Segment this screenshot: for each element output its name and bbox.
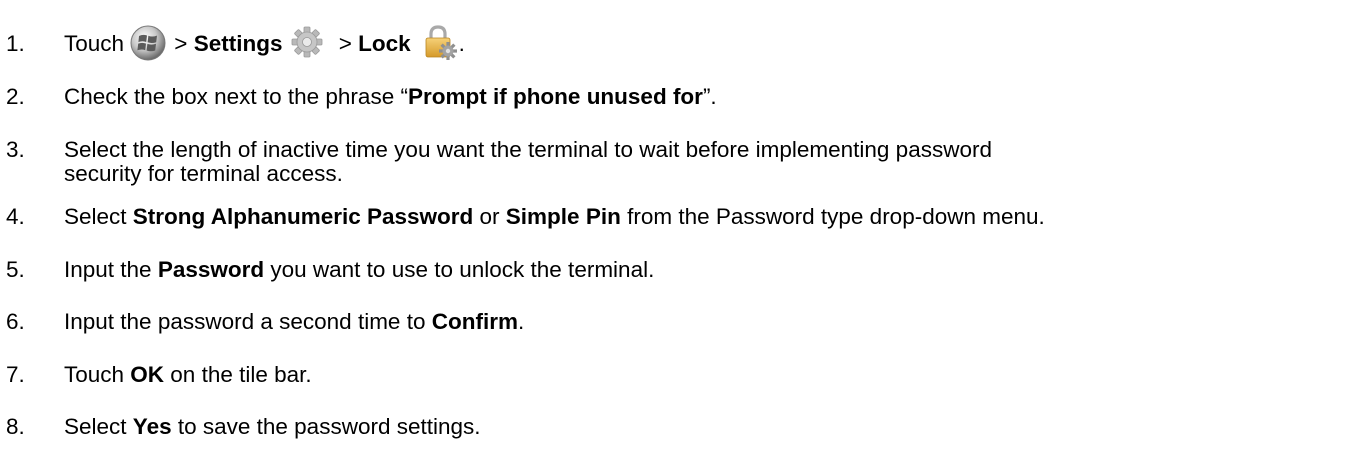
gear-icon bbox=[288, 23, 326, 61]
step-number: 8. bbox=[6, 414, 25, 439]
step-text: Check the box next to the phrase “Prompt… bbox=[64, 84, 717, 109]
step-text: Input the Password you want to use to un… bbox=[64, 257, 655, 282]
lock-icon bbox=[421, 23, 459, 61]
step-1: 1. Touch > Settings > Lock . bbox=[6, 25, 1347, 61]
step-text: Input the password a second time to Conf… bbox=[64, 309, 525, 334]
step-number: 7. bbox=[6, 362, 25, 387]
windows-start-icon bbox=[130, 25, 166, 61]
step-text: Touch > Settings > Lock . bbox=[64, 25, 1347, 61]
step-text: Select Strong Alphanumeric Password or S… bbox=[64, 204, 1045, 229]
step-2: 2. Check the box next to the phrase “Pro… bbox=[6, 85, 1347, 109]
step-text: Select the length of inactive time you w… bbox=[64, 137, 992, 186]
instruction-steps: 1. Touch > Settings > Lock . 2. Check th… bbox=[0, 0, 1351, 466]
step-number: 1. bbox=[6, 31, 25, 56]
step-5: 5. Input the Password you want to use to… bbox=[6, 258, 1347, 282]
step-3: 3. Select the length of inactive time yo… bbox=[6, 138, 1347, 186]
step-number: 5. bbox=[6, 257, 25, 282]
step-7: 7. Touch OK on the tile bar. bbox=[6, 363, 1347, 387]
step-number: 4. bbox=[6, 204, 25, 229]
step-number: 2. bbox=[6, 84, 25, 109]
step-8: 8. Select Yes to save the password setti… bbox=[6, 415, 1347, 439]
step-6: 6. Input the password a second time to C… bbox=[6, 310, 1347, 334]
step-text: Touch OK on the tile bar. bbox=[64, 362, 312, 387]
step-text: Select Yes to save the password settings… bbox=[64, 414, 481, 439]
step-number: 3. bbox=[6, 137, 25, 162]
step-4: 4. Select Strong Alphanumeric Password o… bbox=[6, 205, 1347, 229]
step-number: 6. bbox=[6, 309, 25, 334]
